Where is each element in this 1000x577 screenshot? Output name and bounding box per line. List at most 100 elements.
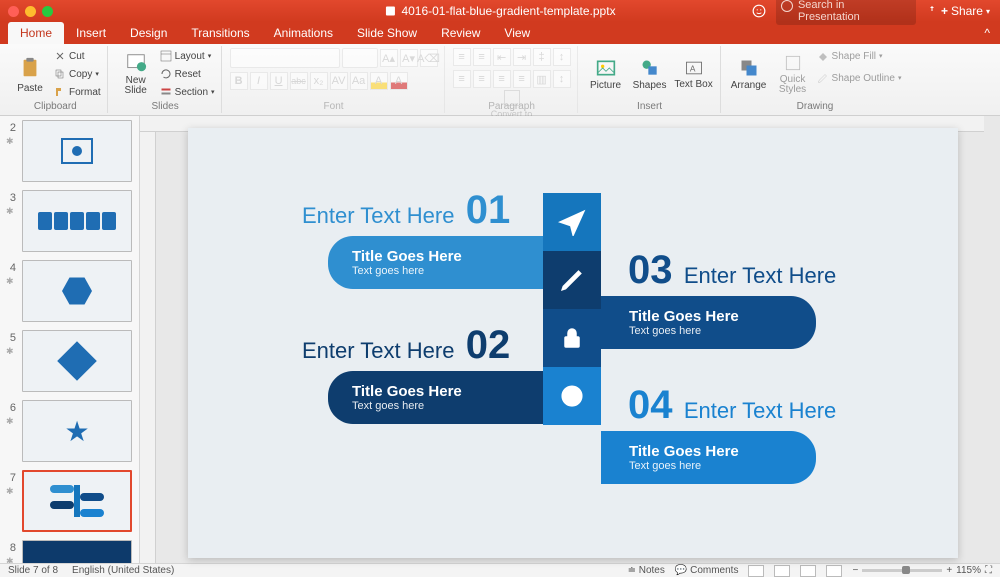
shape-outline-button[interactable]: Shape Outline ▾ <box>817 70 902 86</box>
thumbnail[interactable]: 3✱ <box>6 190 133 252</box>
cut-button[interactable]: Cut <box>54 48 101 64</box>
enter-text-1[interactable]: Enter Text Here <box>302 203 454 228</box>
tab-animations[interactable]: Animations <box>262 22 345 44</box>
ribbon-collapse-button[interactable]: ^ <box>974 22 1000 44</box>
indent-inc-button[interactable]: ⇥ <box>513 48 531 66</box>
thumbnail[interactable]: 8✱● <box>6 540 133 563</box>
group-label: Font <box>324 101 344 112</box>
titlebar: 4016-01-flat-blue-gradient-template.pptx… <box>0 0 1000 22</box>
group-slides: New Slide Layout ▾ Reset Section ▾ Slide… <box>110 46 222 113</box>
smiley-icon[interactable] <box>752 4 766 18</box>
tab-design[interactable]: Design <box>118 22 179 44</box>
subscript-button[interactable]: x₂ <box>310 72 328 90</box>
enter-text-2[interactable]: Enter Text Here <box>302 338 454 363</box>
increase-font-button[interactable]: A▴ <box>380 49 398 67</box>
copy-button[interactable]: Copy ▾ <box>54 66 101 82</box>
slide-canvas[interactable]: Enter Text Here 01 Title Goes HereText g… <box>140 116 1000 563</box>
document-title: 4016-01-flat-blue-gradient-template.pptx <box>384 4 615 18</box>
reset-button[interactable]: Reset <box>160 66 215 82</box>
font-size-select[interactable] <box>342 48 378 68</box>
pill-2[interactable]: Title Goes HereText goes here <box>328 371 543 424</box>
maximize-icon[interactable] <box>42 6 53 17</box>
tab-insert[interactable]: Insert <box>64 22 118 44</box>
group-label: Clipboard <box>34 101 77 112</box>
thumbnail[interactable]: 6✱★ <box>6 400 133 462</box>
zoom-slider[interactable] <box>862 569 942 572</box>
comments-button[interactable]: 💬 Comments <box>675 565 739 576</box>
tab-review[interactable]: Review <box>429 22 492 44</box>
highlight-button[interactable]: A <box>370 72 388 90</box>
view-normal-button[interactable] <box>748 565 764 577</box>
zoom-control[interactable]: − + 115% ⛶ <box>852 565 992 576</box>
view-slideshow-button[interactable] <box>826 565 842 577</box>
fit-button[interactable]: ⛶ <box>985 565 992 576</box>
language[interactable]: English (United States) <box>72 565 174 576</box>
change-case-button[interactable]: Aa <box>350 72 368 90</box>
share-button[interactable]: +Share ▾ <box>926 4 990 18</box>
enter-text-3[interactable]: Enter Text Here <box>684 263 836 288</box>
tab-transitions[interactable]: Transitions <box>179 22 261 44</box>
tab-home[interactable]: Home <box>8 22 64 44</box>
number-04: 04 <box>628 383 673 427</box>
zoom-value[interactable]: 115% <box>956 565 981 576</box>
font-color-button[interactable]: A <box>390 72 408 90</box>
align-right-button[interactable]: ≡ <box>493 70 511 88</box>
ribbon: Paste Cut Copy ▾ Format Clipboard New Sl… <box>0 44 1000 116</box>
group-drawing: Arrange Quick Styles Shape Fill ▾ Shape … <box>723 46 908 113</box>
status-bar: Slide 7 of 8 English (United States) ≐ N… <box>0 563 1000 577</box>
bullets-button[interactable]: ≡ <box>453 48 471 66</box>
search-input[interactable]: Search in Presentation <box>776 0 916 25</box>
group-label: Drawing <box>797 101 834 112</box>
lock-icon <box>543 309 601 367</box>
text-direction-button[interactable]: ↕ <box>553 48 571 66</box>
slide[interactable]: Enter Text Here 01 Title Goes HereText g… <box>188 128 958 558</box>
view-reading-button[interactable] <box>800 565 816 577</box>
zoom-in-button[interactable]: + <box>946 565 952 576</box>
columns-button[interactable]: ▥ <box>533 70 551 88</box>
char-spacing-button[interactable]: AV <box>330 72 348 90</box>
arrange-button[interactable]: Arrange <box>729 48 769 100</box>
new-slide-button[interactable]: New Slide <box>116 48 156 100</box>
minimize-icon[interactable] <box>25 6 36 17</box>
pill-1[interactable]: Title Goes HereText goes here <box>328 236 543 289</box>
bold-button[interactable]: B <box>230 72 248 90</box>
clear-format-button[interactable]: A⌫ <box>420 49 438 67</box>
textbox-button[interactable]: AText Box <box>674 48 714 100</box>
zoom-out-button[interactable]: − <box>852 565 858 576</box>
group-clipboard: Paste Cut Copy ▾ Format Clipboard <box>4 46 108 113</box>
shapes-button[interactable]: Shapes <box>630 48 670 100</box>
close-icon[interactable] <box>8 6 19 17</box>
line-spacing-button[interactable]: ‡ <box>533 48 551 66</box>
decrease-font-button[interactable]: A▾ <box>400 49 418 67</box>
quick-styles-button[interactable]: Quick Styles <box>773 48 813 100</box>
underline-button[interactable]: U <box>270 72 288 90</box>
layout-button[interactable]: Layout ▾ <box>160 48 215 64</box>
pill-4[interactable]: Title Goes HereText goes here <box>601 431 816 484</box>
thumbnail[interactable]: 5✱ <box>6 330 133 392</box>
align-text-button[interactable]: ↕ <box>553 70 571 88</box>
picture-button[interactable]: Picture <box>586 48 626 100</box>
section-button[interactable]: Section ▾ <box>160 84 215 100</box>
thumbnail[interactable]: 4✱ <box>6 260 133 322</box>
tab-slideshow[interactable]: Slide Show <box>345 22 429 44</box>
thumbnail[interactable]: 7✱ <box>6 470 133 532</box>
italic-button[interactable]: I <box>250 72 268 90</box>
pill-3[interactable]: Title Goes HereText goes here <box>601 296 816 349</box>
indent-dec-button[interactable]: ⇤ <box>493 48 511 66</box>
paste-button[interactable]: Paste <box>10 48 50 100</box>
numbering-button[interactable]: ≡ <box>473 48 491 66</box>
thumbnail[interactable]: 2✱ <box>6 120 133 182</box>
align-left-button[interactable]: ≡ <box>453 70 471 88</box>
justify-button[interactable]: ≡ <box>513 70 531 88</box>
font-family-select[interactable] <box>230 48 340 68</box>
format-painter-button[interactable]: Format <box>54 84 101 100</box>
strike-button[interactable]: abc <box>290 72 308 90</box>
view-sorter-button[interactable] <box>774 565 790 577</box>
tab-view[interactable]: View <box>492 22 542 44</box>
notes-button[interactable]: ≐ Notes <box>628 565 665 576</box>
slide-panel[interactable]: 2✱ 3✱ 4✱ 5✱ 6✱★ 7✱ 8✱● <box>0 116 140 563</box>
enter-text-4[interactable]: Enter Text Here <box>684 398 836 423</box>
shape-fill-button[interactable]: Shape Fill ▾ <box>817 48 902 64</box>
align-center-button[interactable]: ≡ <box>473 70 491 88</box>
plane-icon <box>543 193 601 251</box>
